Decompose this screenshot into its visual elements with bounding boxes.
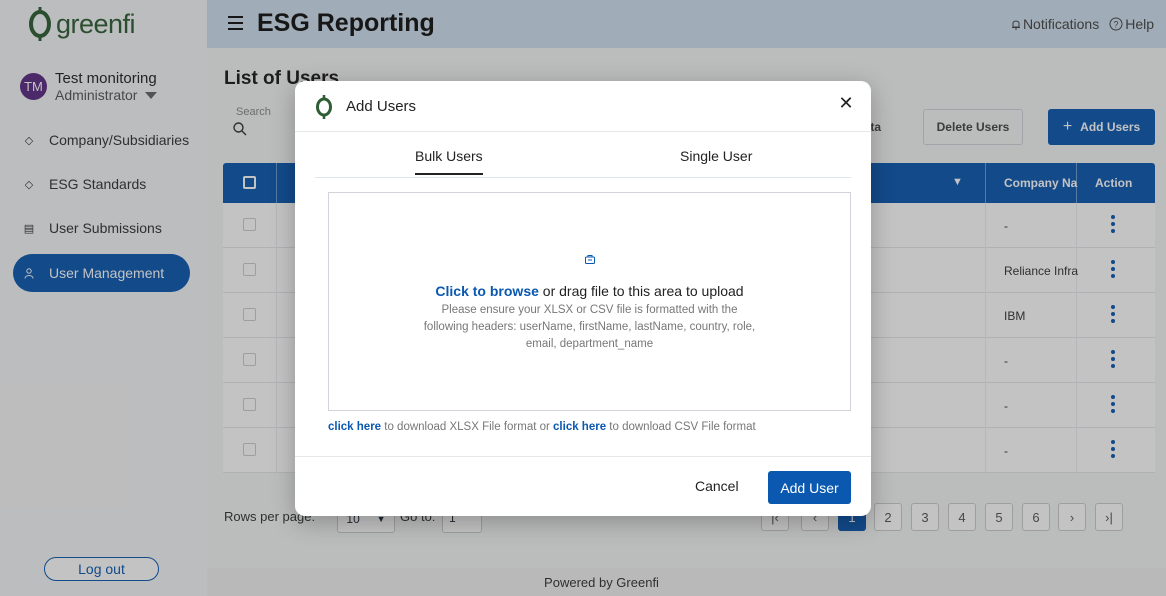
modal-tabs: Bulk Users Single User (315, 132, 851, 178)
leaf-logo-icon (316, 95, 332, 119)
cancel-button[interactable]: Cancel (695, 478, 739, 494)
file-dropzone[interactable]: Click to browse or drag file to this are… (328, 192, 851, 411)
modal-header: Add Users ✕ (295, 81, 871, 132)
download-format-line: click here to download XLSX File format … (328, 421, 756, 433)
dropzone-note: Please ensure your XLSX or CSV file is f… (423, 304, 756, 350)
tab-single-user[interactable]: Single User (680, 148, 752, 164)
download-xlsx-link[interactable]: click here (328, 421, 381, 433)
dropzone-instructions: Click to browse or drag file to this are… (435, 283, 744, 299)
modal-title: Add Users (346, 98, 417, 115)
modal-footer: Cancel Add User (295, 456, 871, 516)
download-csv-link[interactable]: click here (553, 421, 606, 433)
close-icon[interactable]: ✕ (836, 93, 856, 113)
add-users-modal: Add Users ✕ Bulk Users Single User Click… (295, 81, 871, 516)
tab-bulk-users[interactable]: Bulk Users (415, 148, 483, 175)
add-user-button[interactable]: Add User (768, 471, 851, 504)
browse-link[interactable]: Click to browse (435, 283, 538, 299)
upload-icon (585, 255, 595, 264)
